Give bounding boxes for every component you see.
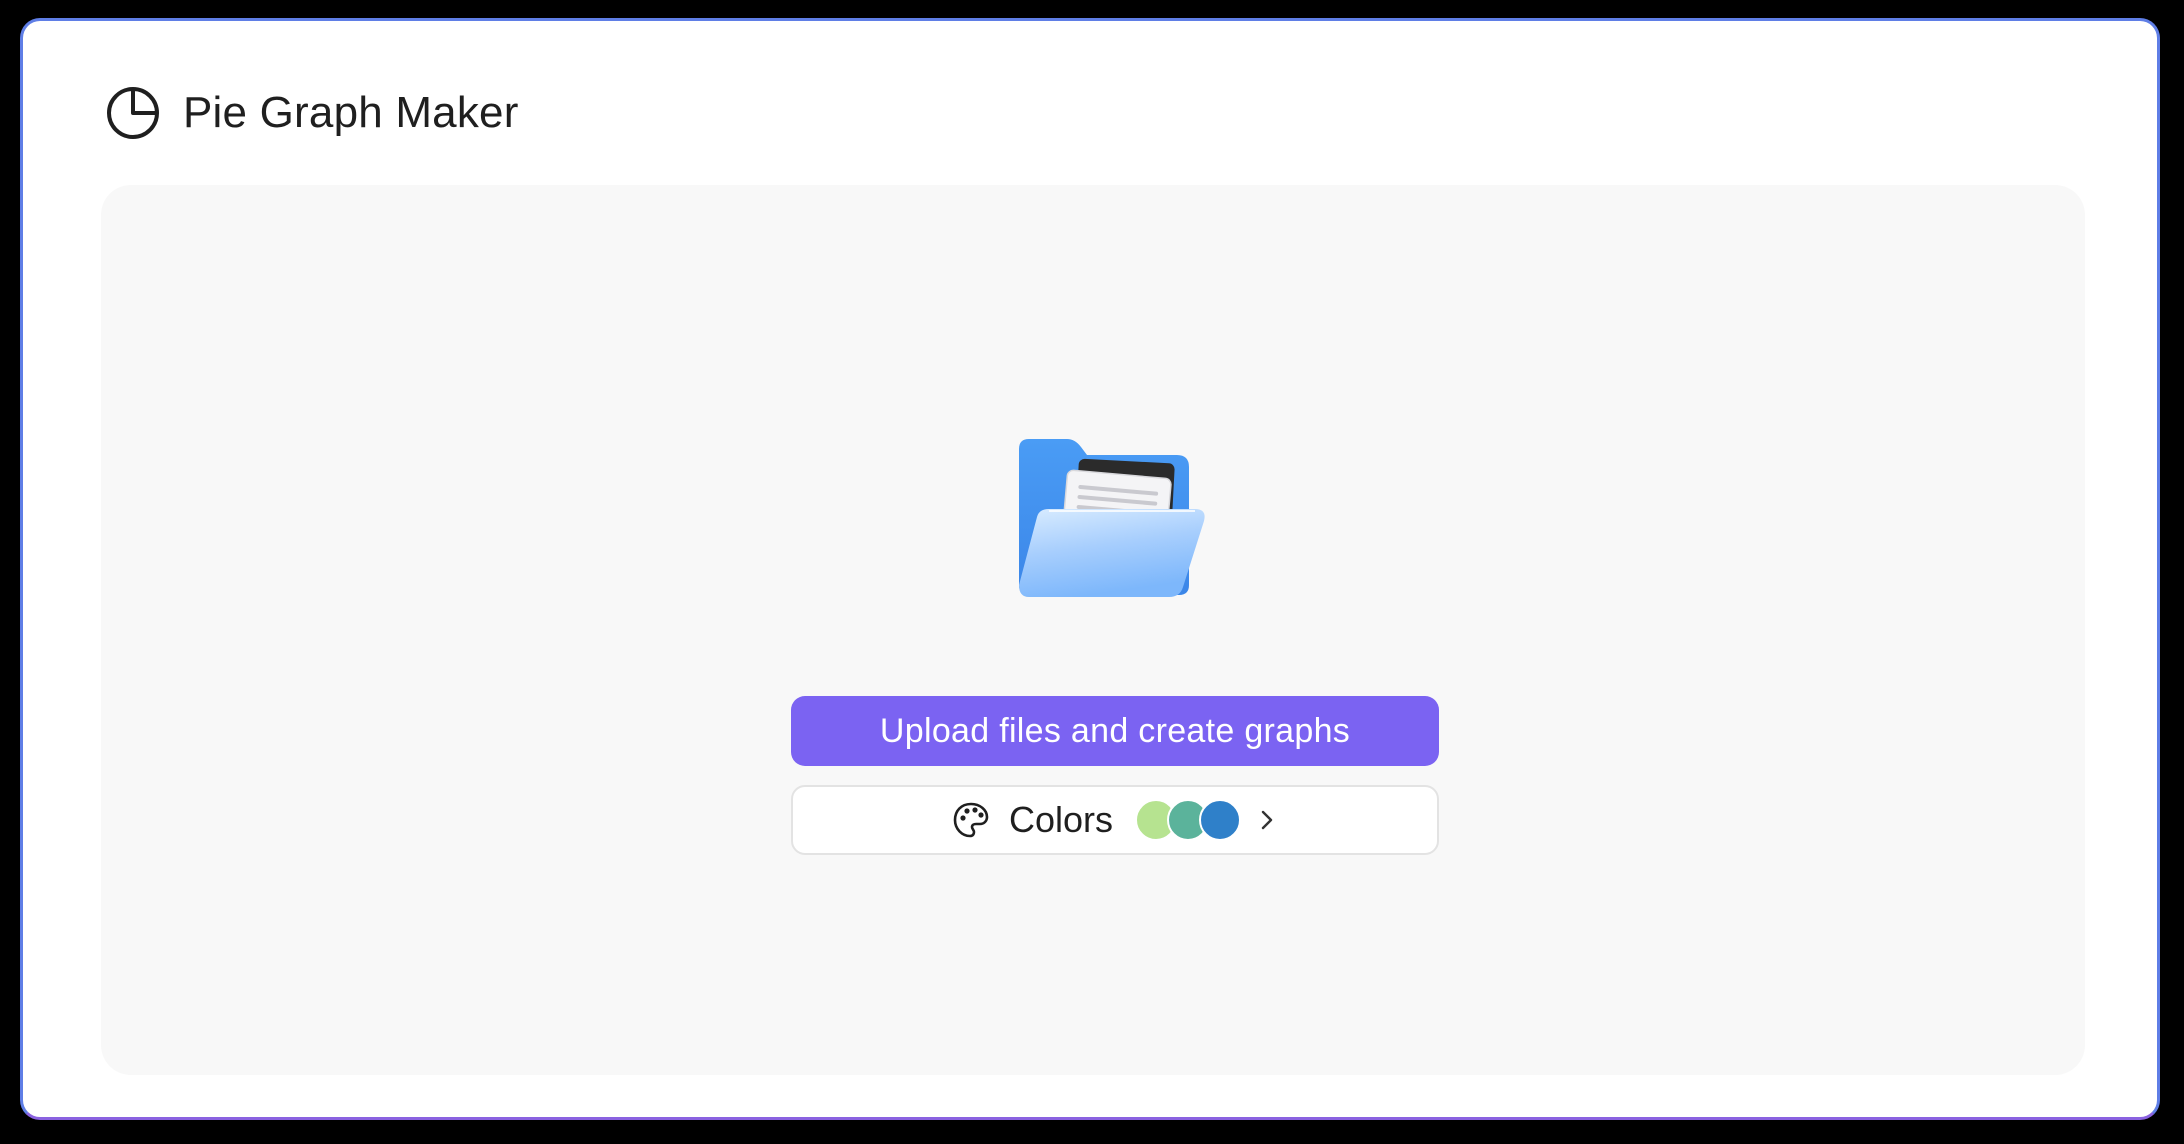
colors-button[interactable]: Colors xyxy=(791,785,1439,855)
chevron-right-icon xyxy=(1261,810,1273,830)
upload-button[interactable]: Upload files and create graphs xyxy=(791,696,1439,766)
color-swatch-3 xyxy=(1199,799,1242,841)
colors-label: Colors xyxy=(1008,799,1114,840)
pie-chart-icon xyxy=(107,87,159,139)
upload-dropzone[interactable]: Upload files and create graphs Colors xyxy=(101,185,2085,1075)
open-folder-icon xyxy=(1019,439,1205,597)
header: Pie Graph Maker xyxy=(105,75,519,151)
page-title: Pie Graph Maker xyxy=(183,88,519,137)
palette-icon xyxy=(953,802,989,838)
color-swatches xyxy=(1135,799,1242,841)
app-window: Pie Graph Maker Upload files and create … xyxy=(20,18,2160,1120)
